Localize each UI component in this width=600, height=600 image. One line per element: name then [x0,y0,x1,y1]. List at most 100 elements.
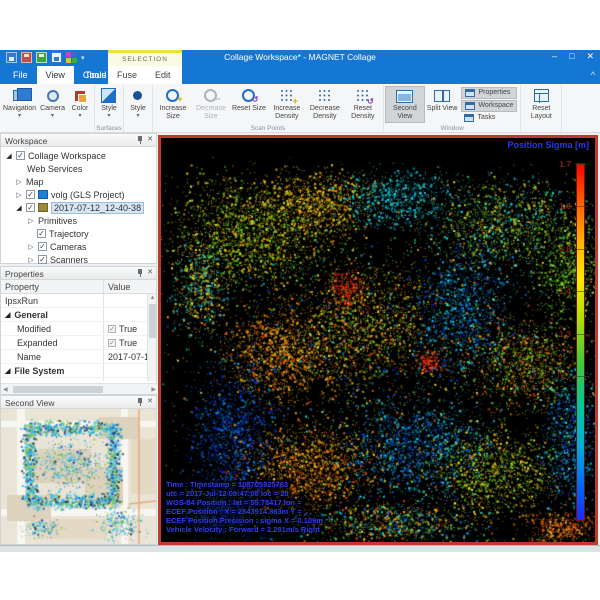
checkbox[interactable]: ✓ [37,229,46,238]
pin-icon[interactable] [135,398,143,406]
second-view-panel: Second View ✕ [0,395,157,545]
expander-icon[interactable]: ▷ [27,243,35,251]
reset-size-icon: ↺ [242,89,255,102]
style-points-button[interactable]: Style ▾ [125,86,151,123]
property-row[interactable]: IpsxRun [1,294,156,308]
style-surfaces-button[interactable]: Style ▾ [96,86,122,123]
tree-item-web-services[interactable]: Web Services [3,162,156,175]
expander-icon[interactable]: ◢ [5,152,13,160]
expander-icon[interactable]: ◢ [15,204,23,212]
scroll-right-icon[interactable]: ▶ [151,386,156,393]
close-icon[interactable]: ✕ [147,136,153,144]
camera-button[interactable]: Camera ▾ [38,86,67,123]
checkbox[interactable]: ✓ [38,242,47,251]
property-row[interactable]: Directory L/Freydin/_ [1,378,156,381]
minimize-button[interactable]: – [552,51,557,62]
expander-icon[interactable]: ▷ [15,191,23,199]
checkbox[interactable]: ✓ [38,255,47,264]
reset-size-button[interactable]: ↺ Reset Size [230,86,268,123]
overlay-line-time: Time : Timestamp = 108705925763 [164,480,290,489]
tree-item-primitives[interactable]: ▷ Primitives [3,214,156,227]
property-grid-header: Property Value [1,280,156,294]
tab-view[interactable]: View [37,66,74,84]
expander-icon[interactable]: ▷ [27,217,35,225]
property-name: Directory [1,378,104,381]
close-icon[interactable]: ✕ [147,398,153,406]
decrease-size-button: − Decrease Size [192,86,230,123]
property-group-general[interactable]: ◢General [1,308,156,322]
collapse-ribbon-icon[interactable]: ^ [591,70,595,80]
checkbox[interactable]: ✓ [26,203,35,212]
properties-toggle-label: Properties [478,89,510,96]
maximize-button[interactable]: □ [569,51,574,62]
workspace-toggle[interactable]: Workspace [461,100,517,112]
property-row[interactable]: Modified ✓True [1,322,156,336]
tree-item-cameras[interactable]: ▷ ✓ Cameras [3,240,156,253]
increase-density-icon: + [281,90,293,102]
checkbox[interactable]: ✓ [26,190,35,199]
pin-icon[interactable] [135,269,143,277]
property-name: Expanded [1,336,104,349]
tab-file[interactable]: File [4,66,37,84]
tree-item-map[interactable]: ▷ Map [3,175,156,188]
scroll-left-icon[interactable]: ◀ [3,386,8,393]
tasks-toggle[interactable]: Tasks [461,113,517,123]
property-row[interactable]: Expanded ✓True [1,336,156,350]
tree-label: Collage Workspace [28,151,106,161]
scrollbar-thumb[interactable] [13,386,103,393]
second-view-panel-title: Second View ✕ [1,396,156,409]
close-icon[interactable]: ✕ [147,269,153,277]
window-bottom-edge [0,545,600,552]
color-icon [75,91,85,101]
reset-layout-button[interactable]: Reset Layout [522,86,560,123]
tasks-window-icon [464,114,474,122]
split-view-button[interactable]: Split View [425,86,460,123]
surface-style-icon [101,88,116,103]
expander-icon[interactable]: ▷ [15,178,23,186]
tree-item-trajectory[interactable]: ✓ Trajectory [3,227,156,240]
window-title: Collage Workspace* - MAGNET Collage [0,52,600,62]
decrease-density-button[interactable]: Decrease Density [306,86,344,123]
tree-item-run-2017-07-12[interactable]: ◢ ✓ 2017-07-12_12-40-38 [3,201,156,214]
column-header-value[interactable]: Value [104,280,156,293]
increase-density-button[interactable]: + Increase Density [268,86,306,123]
scrollbar-thumb[interactable] [149,304,156,338]
pin-icon[interactable] [135,136,143,144]
horizontal-scrollbar[interactable]: ◀ ▶ [1,383,158,394]
close-button[interactable]: ✕ [586,51,594,62]
decrease-density-icon [319,90,331,102]
checkbox[interactable]: ✓ [16,151,25,160]
navigation-icon [13,90,26,101]
column-header-property[interactable]: Property [1,280,104,293]
tasks-toggle-label: Tasks [477,114,495,121]
workspace-panel: Workspace ✕ ◢ ✓ Collage Workspace Web Se… [0,133,157,264]
increase-size-button[interactable]: + Increase Size [154,86,192,123]
ribbon: Navigation ▾ Camera ▾ Color ▾ Style [0,84,600,133]
navigation-label: Navigation [3,105,36,113]
vertical-scrollbar[interactable]: ▲ ▼ [147,294,156,381]
scroll-up-icon[interactable]: ▲ [148,295,156,301]
second-view-button[interactable]: Second View [385,86,425,123]
properties-panel-title-text: Properties [5,269,44,279]
reset-density-button[interactable]: ↺ Reset Density [344,86,382,123]
property-row[interactable]: Name 2017-07-12 [1,350,156,364]
second-view-map[interactable] [1,409,156,544]
window-toggles: Properties Workspace Tasks [459,86,519,123]
tab-fuse[interactable]: Fuse [108,66,146,84]
navigation-button[interactable]: Navigation ▾ [1,86,38,123]
property-group-file-system[interactable]: ◢File System [1,364,156,378]
tree-item-volg-project[interactable]: ▷ ✓ volg (GLS Project) [3,188,156,201]
style-label: Style [130,105,146,113]
properties-panel: Properties ✕ Property Value IpsxRun ◢Gen… [0,266,157,395]
checkbox: ✓ [108,339,116,347]
property-grid: Property Value IpsxRun ◢General Modified… [1,280,156,381]
workspace-panel-title: Workspace ✕ [1,134,156,147]
properties-toggle[interactable]: Properties [461,87,517,99]
color-button[interactable]: Color ▾ [67,86,93,123]
tab-edit[interactable]: Edit [146,66,180,84]
reset-size-label: Reset Size [232,105,266,113]
expander-icon[interactable]: ▷ [27,256,35,264]
tree-item-collage-workspace[interactable]: ◢ ✓ Collage Workspace [3,149,156,162]
tree-item-scanners[interactable]: ▷ ✓ Scanners [3,253,156,266]
window-group-label: Window [384,125,521,132]
